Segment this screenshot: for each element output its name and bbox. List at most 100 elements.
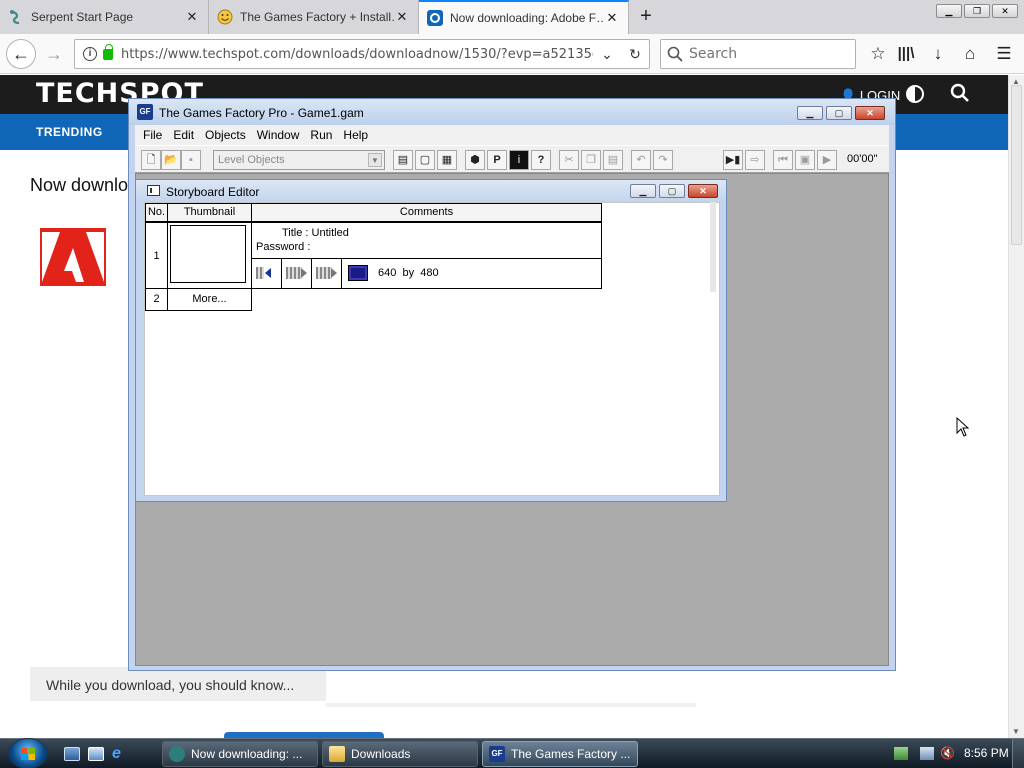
menu-edit[interactable]: Edit	[173, 128, 194, 142]
reload-icon[interactable]: ↻	[621, 46, 649, 63]
menu-objects[interactable]: Objects	[205, 128, 246, 142]
taskbar-button-firefox[interactable]: Now downloading: ...	[162, 741, 318, 767]
mouse-cursor-icon	[956, 417, 970, 437]
preferences-icon[interactable]: P	[487, 150, 507, 170]
scroll-down-icon[interactable]: ▼	[1012, 727, 1020, 736]
switch-windows-icon[interactable]	[88, 747, 104, 761]
page-scrollbar[interactable]: ▲ ▼	[1008, 75, 1024, 738]
menu-help[interactable]: Help	[343, 128, 368, 142]
storyboard-scrollbar[interactable]	[710, 202, 716, 292]
open-folder-icon[interactable]: 📂	[161, 150, 181, 170]
copy-icon[interactable]: ❐	[581, 150, 601, 170]
show-desktop-button[interactable]	[1012, 739, 1024, 768]
level-size[interactable]: 640 by 480	[378, 267, 439, 279]
smiley-icon	[217, 9, 233, 25]
run-application-icon[interactable]: ▶▮	[723, 150, 743, 170]
menu-window[interactable]: Window	[257, 128, 300, 142]
sb-minimize-button[interactable]: ▁	[630, 184, 656, 198]
new-tab-button[interactable]: +	[636, 6, 656, 26]
url-text[interactable]: https://www.techspot.com/downloads/downl…	[121, 47, 593, 62]
thumbnail-cell[interactable]	[167, 222, 252, 289]
taskbar-label: Downloads	[351, 747, 411, 761]
site-search-icon[interactable]	[950, 83, 970, 108]
event-editor-icon[interactable]: ▦	[437, 150, 457, 170]
storyboard-editor-window: Storyboard Editor ▁ ▢ ✕ No. Thumbnail Co…	[135, 179, 727, 502]
dropdown-icon[interactable]: ⌄	[593, 46, 621, 63]
close-tab-icon[interactable]: ✕	[604, 10, 620, 26]
save-icon[interactable]: ▪	[181, 150, 201, 170]
menu-run[interactable]: Run	[310, 128, 332, 142]
close-tab-icon[interactable]: ✕	[394, 9, 410, 25]
scroll-thumb[interactable]	[1011, 85, 1022, 245]
home-icon[interactable]: ⌂	[958, 42, 982, 66]
forward-button[interactable]: →	[40, 40, 68, 68]
gf-maximize-button[interactable]: ▢	[826, 106, 852, 120]
fade-in-transition-icon[interactable]	[252, 259, 282, 288]
update-icon[interactable]	[894, 747, 908, 760]
search-input[interactable]	[689, 46, 849, 62]
site-info-icon[interactable]: i	[83, 47, 97, 61]
taskbar-button-downloads[interactable]: Downloads	[322, 741, 478, 767]
show-desktop-icon[interactable]	[64, 747, 80, 761]
close-tab-icon[interactable]: ✕	[184, 9, 200, 25]
storyboard-titlebar[interactable]: Storyboard Editor ▁ ▢ ✕	[136, 180, 726, 202]
browser-close-button[interactable]: ✕	[992, 4, 1018, 18]
back-button[interactable]: ←	[6, 39, 36, 69]
object-properties-icon[interactable]: ⬢	[465, 150, 485, 170]
bookmark-star-icon[interactable]: ☆	[866, 42, 890, 66]
redo-icon[interactable]: ↷	[653, 150, 673, 170]
storyboard-body: No. Thumbnail Comments 1 Title : Untitle…	[144, 202, 720, 496]
nav-trending[interactable]: TRENDING	[36, 125, 103, 139]
divider	[326, 703, 696, 707]
fade-out-transition-icon[interactable]	[282, 259, 312, 288]
url-bar[interactable]: i https://www.techspot.com/downloads/dow…	[74, 39, 650, 69]
level-thumbnail[interactable]	[170, 225, 246, 283]
help-icon[interactable]: ?	[531, 150, 551, 170]
new-file-icon[interactable]: 🗋	[141, 150, 161, 170]
row-number: 1	[145, 222, 168, 289]
browser-restore-button[interactable]: ❐	[964, 4, 990, 18]
undo-icon[interactable]: ↶	[631, 150, 651, 170]
tab-serpent-start[interactable]: Serpent Start Page ✕	[0, 0, 209, 34]
tab-now-downloading[interactable]: Now downloading: Adobe F… ✕	[419, 0, 629, 34]
run-level-icon[interactable]: ⇨	[745, 150, 765, 170]
tab-games-factory[interactable]: The Games Factory + Install… ✕	[209, 0, 419, 34]
menu-icon[interactable]: ☰	[992, 42, 1016, 66]
library-icon[interactable]: |||\	[894, 42, 918, 66]
gf-titlebar[interactable]: GF The Games Factory Pro - Game1.gam ▁ ▢…	[129, 99, 895, 125]
adobe-logo	[40, 228, 106, 286]
volume-muted-icon[interactable]: 🔇	[940, 747, 955, 760]
start-button[interactable]	[8, 738, 48, 768]
level-objects-select[interactable]: Level Objects ▼	[213, 150, 385, 170]
contrast-toggle-icon[interactable]	[906, 85, 924, 103]
sb-maximize-button[interactable]: ▢	[659, 184, 685, 198]
transition-icon[interactable]	[312, 259, 342, 288]
taskbar-button-games-factory[interactable]: GF The Games Factory ...	[482, 741, 638, 767]
menu-file[interactable]: File	[143, 128, 162, 142]
chevron-down-icon[interactable]: ▼	[368, 153, 382, 167]
gf-minimize-button[interactable]: ▁	[797, 106, 823, 120]
sb-close-button[interactable]: ✕	[688, 184, 718, 198]
level-editor-icon[interactable]: ▢	[415, 150, 435, 170]
timecode: 00'00"	[847, 153, 878, 165]
tab-title: The Games Factory + Install…	[240, 10, 394, 24]
paste-icon[interactable]: ▤	[603, 150, 623, 170]
gf-title-text: The Games Factory Pro - Game1.gam	[159, 106, 364, 120]
search-box[interactable]	[660, 39, 856, 69]
network-icon[interactable]	[920, 747, 934, 760]
cut-icon[interactable]: ✂	[559, 150, 579, 170]
background-color-swatch[interactable]	[348, 265, 368, 281]
browser-minimize-button[interactable]: ▁	[936, 4, 962, 18]
clock[interactable]: 8:56 PM	[964, 746, 1009, 760]
info-icon[interactable]: i	[509, 150, 529, 170]
storyboard-editor-icon[interactable]: ▤	[393, 150, 413, 170]
more-button[interactable]: More...	[167, 288, 252, 311]
level-settings-row: 640 by 480	[251, 258, 602, 289]
rewind-icon[interactable]: ⏮	[773, 150, 793, 170]
frame-icon[interactable]: ▣	[795, 150, 815, 170]
comments-cell[interactable]: Title : Untitled Password :	[251, 222, 602, 259]
download-icon[interactable]: ↓	[926, 42, 950, 66]
internet-explorer-icon[interactable]: e	[112, 746, 128, 762]
gf-close-button[interactable]: ✕	[855, 106, 885, 120]
play-icon[interactable]: ▶	[817, 150, 837, 170]
